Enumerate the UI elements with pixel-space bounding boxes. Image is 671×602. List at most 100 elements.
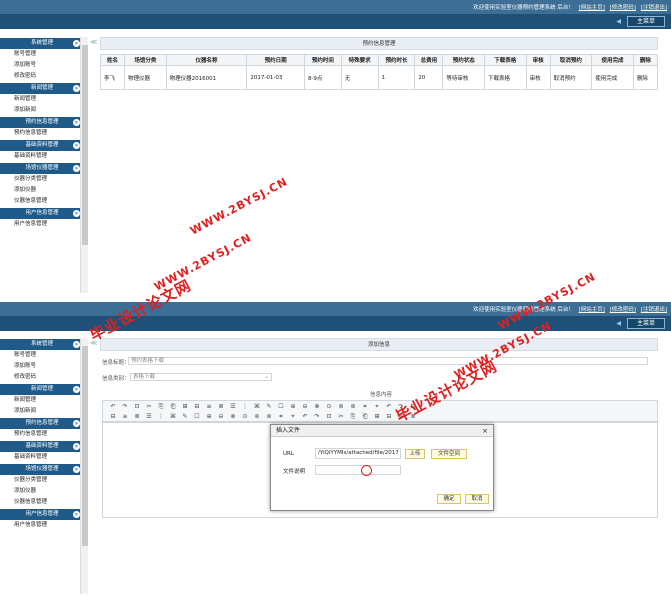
editor-tool-icon[interactable]: ↷ — [121, 403, 129, 411]
sidebar-item[interactable]: 仪器信息管理 — [0, 497, 84, 508]
editor-tool-icon[interactable]: ⋮ — [241, 403, 249, 411]
editor-tool-icon[interactable]: ✂ — [337, 413, 345, 421]
expand-icon[interactable]: » — [73, 119, 80, 126]
info-title-input[interactable]: 预约表格下载 — [128, 357, 648, 365]
sidebar-item[interactable]: 账号管理 — [0, 49, 84, 60]
editor-tool-icon[interactable]: ⊖ — [301, 403, 309, 411]
sidebar-section-2-2[interactable]: 预约信息管理 » — [0, 418, 84, 429]
editor-tool-icon[interactable]: ⌘ — [169, 413, 177, 421]
editor-tool-icon[interactable]: ⊟ — [109, 413, 117, 421]
expand-icon[interactable]: » — [73, 511, 80, 518]
editor-tool-icon[interactable]: ⌗ — [277, 413, 285, 421]
sidebar-item[interactable]: 添加新闻 — [0, 105, 84, 116]
expand-icon[interactable]: » — [73, 443, 80, 450]
sidebar-item[interactable]: 用户信息管理 — [0, 520, 84, 531]
sidebar-item[interactable]: 仪器分类管理 — [0, 174, 84, 185]
editor-tool-icon[interactable]: ☰ — [229, 403, 237, 411]
sidebar-scrollbar[interactable] — [80, 37, 88, 293]
sidebar-item[interactable]: 添加仪器 — [0, 486, 84, 497]
editor-tool-icon[interactable]: ⊟ — [385, 413, 393, 421]
editor-tool-icon[interactable]: ⌘ — [253, 403, 261, 411]
editor-tool-icon[interactable]: ☐ — [193, 413, 201, 421]
table-cell[interactable]: 取消预约 — [549, 65, 593, 90]
expand-icon[interactable]: » — [73, 341, 80, 348]
table-cell[interactable]: 使用完成 — [591, 65, 634, 90]
editor-tool-icon[interactable]: ☰ — [145, 413, 153, 421]
expand-icon[interactable]: » — [73, 386, 80, 393]
expand-icon[interactable]: » — [73, 85, 80, 92]
editor-tool-icon[interactable]: ✎ — [181, 413, 189, 421]
editor-tool-icon[interactable]: ↷ — [313, 413, 321, 421]
url-input[interactable]: /YiQiYYMIs/attached/file/2017 — [315, 448, 401, 459]
sidebar-section-0-2[interactable]: 系统管理 » — [0, 339, 84, 350]
expand-icon[interactable]: » — [73, 40, 80, 47]
ok-button[interactable]: 确定 — [437, 494, 461, 504]
file-space-button[interactable]: 文件空间 — [431, 449, 467, 459]
editor-tool-icon[interactable]: ⊕ — [205, 413, 213, 421]
editor-tool-icon[interactable]: ⊙ — [325, 403, 333, 411]
editor-tool-icon[interactable]: ⋮ — [157, 413, 165, 421]
editor-tool-icon[interactable]: ⊞ — [181, 403, 189, 411]
editor-tool-icon[interactable]: ≡ — [121, 413, 129, 421]
editor-tool-icon[interactable]: ⊕ — [289, 403, 297, 411]
sidebar-item[interactable]: 预约信息管理 — [0, 429, 84, 440]
sidebar-section-1[interactable]: 新闻管理 » — [0, 83, 84, 94]
editor-tool-icon[interactable]: ⊖ — [217, 413, 225, 421]
table-cell[interactable]: 删除 — [632, 65, 659, 90]
sidebar-section-0[interactable]: 系统管理 » — [0, 38, 84, 49]
toggle-arrow-icon[interactable]: ◀ — [616, 18, 621, 25]
editor-tool-icon[interactable]: ⊛ — [349, 403, 357, 411]
expand-icon[interactable]: » — [73, 142, 80, 149]
sidebar-item[interactable]: 新闻管理 — [0, 94, 84, 105]
editor-tool-icon[interactable]: ⎗ — [361, 413, 369, 421]
editor-tool-icon[interactable]: ≡ — [205, 403, 213, 411]
home-link[interactable]: [网站主页] — [579, 5, 605, 11]
editor-tool-icon[interactable]: ⊙ — [241, 413, 249, 421]
sidebar-scrollbar-2[interactable] — [80, 338, 88, 594]
main-menu-button-2[interactable]: 主菜单 — [627, 318, 665, 329]
sidebar-item[interactable]: 预约信息管理 — [0, 128, 84, 139]
editor-tool-icon[interactable]: ⊚ — [253, 413, 261, 421]
editor-tool-icon[interactable]: ⊛ — [265, 413, 273, 421]
sidebar-item[interactable]: 添加账号 — [0, 361, 84, 372]
sidebar-section-4[interactable]: 场馆仪器管理 » — [0, 163, 84, 174]
cancel-button[interactable]: 取消 — [465, 494, 489, 504]
editor-tool-icon[interactable]: ⎘ — [349, 413, 357, 421]
expand-icon[interactable]: » — [73, 210, 80, 217]
expand-icon[interactable]: » — [73, 466, 80, 473]
close-icon[interactable]: × — [482, 425, 488, 437]
home-link-2[interactable]: [网站主页] — [579, 307, 605, 313]
editor-tool-icon[interactable]: ⊡ — [133, 403, 141, 411]
editor-tool-icon[interactable]: ≣ — [133, 413, 141, 421]
editor-tool-icon[interactable]: ↶ — [109, 403, 117, 411]
table-cell[interactable]: 审核 — [525, 65, 551, 90]
toggle-arrow-icon-2[interactable]: ◀ — [616, 320, 621, 327]
collapse-icon[interactable]: ≪ — [90, 38, 97, 46]
sidebar-section-2[interactable]: 预约信息管理 » — [0, 117, 84, 128]
sidebar-section-3-2[interactable]: 基础资料管理 » — [0, 441, 84, 452]
editor-tool-icon[interactable]: ⊗ — [313, 403, 321, 411]
editor-tool-icon[interactable]: ⌖ — [373, 403, 381, 411]
editor-tool-icon[interactable]: ✂ — [145, 403, 153, 411]
sidebar-item[interactable]: 基础资料管理 — [0, 151, 84, 162]
sidebar-item[interactable]: 新闻管理 — [0, 395, 84, 406]
sidebar-item[interactable]: 添加仪器 — [0, 185, 84, 196]
sidebar-item[interactable]: 仪器信息管理 — [0, 196, 84, 207]
editor-tool-icon[interactable]: ⊟ — [193, 403, 201, 411]
sidebar-item[interactable]: 账号管理 — [0, 350, 84, 361]
sidebar-item[interactable]: 修改密码 — [0, 372, 84, 383]
sidebar-item[interactable]: 修改密码 — [0, 71, 84, 82]
editor-tool-icon[interactable]: ✎ — [265, 403, 273, 411]
expand-icon[interactable]: » — [73, 165, 80, 172]
table-cell[interactable]: 下载表格 — [484, 65, 527, 90]
file-desc-input[interactable] — [315, 465, 401, 475]
sidebar-item[interactable]: 添加账号 — [0, 60, 84, 71]
editor-tool-icon[interactable]: ↶ — [301, 413, 309, 421]
expand-icon[interactable]: » — [73, 420, 80, 427]
editor-tool-icon[interactable]: ⊗ — [229, 413, 237, 421]
sidebar-item[interactable]: 用户信息管理 — [0, 219, 84, 230]
editor-tool-icon[interactable]: ≣ — [217, 403, 225, 411]
editor-tool-icon[interactable]: ⎗ — [169, 403, 177, 411]
logout-link-2[interactable]: [注销退出] — [641, 307, 667, 313]
main-menu-button[interactable]: 主菜单 — [627, 16, 665, 27]
